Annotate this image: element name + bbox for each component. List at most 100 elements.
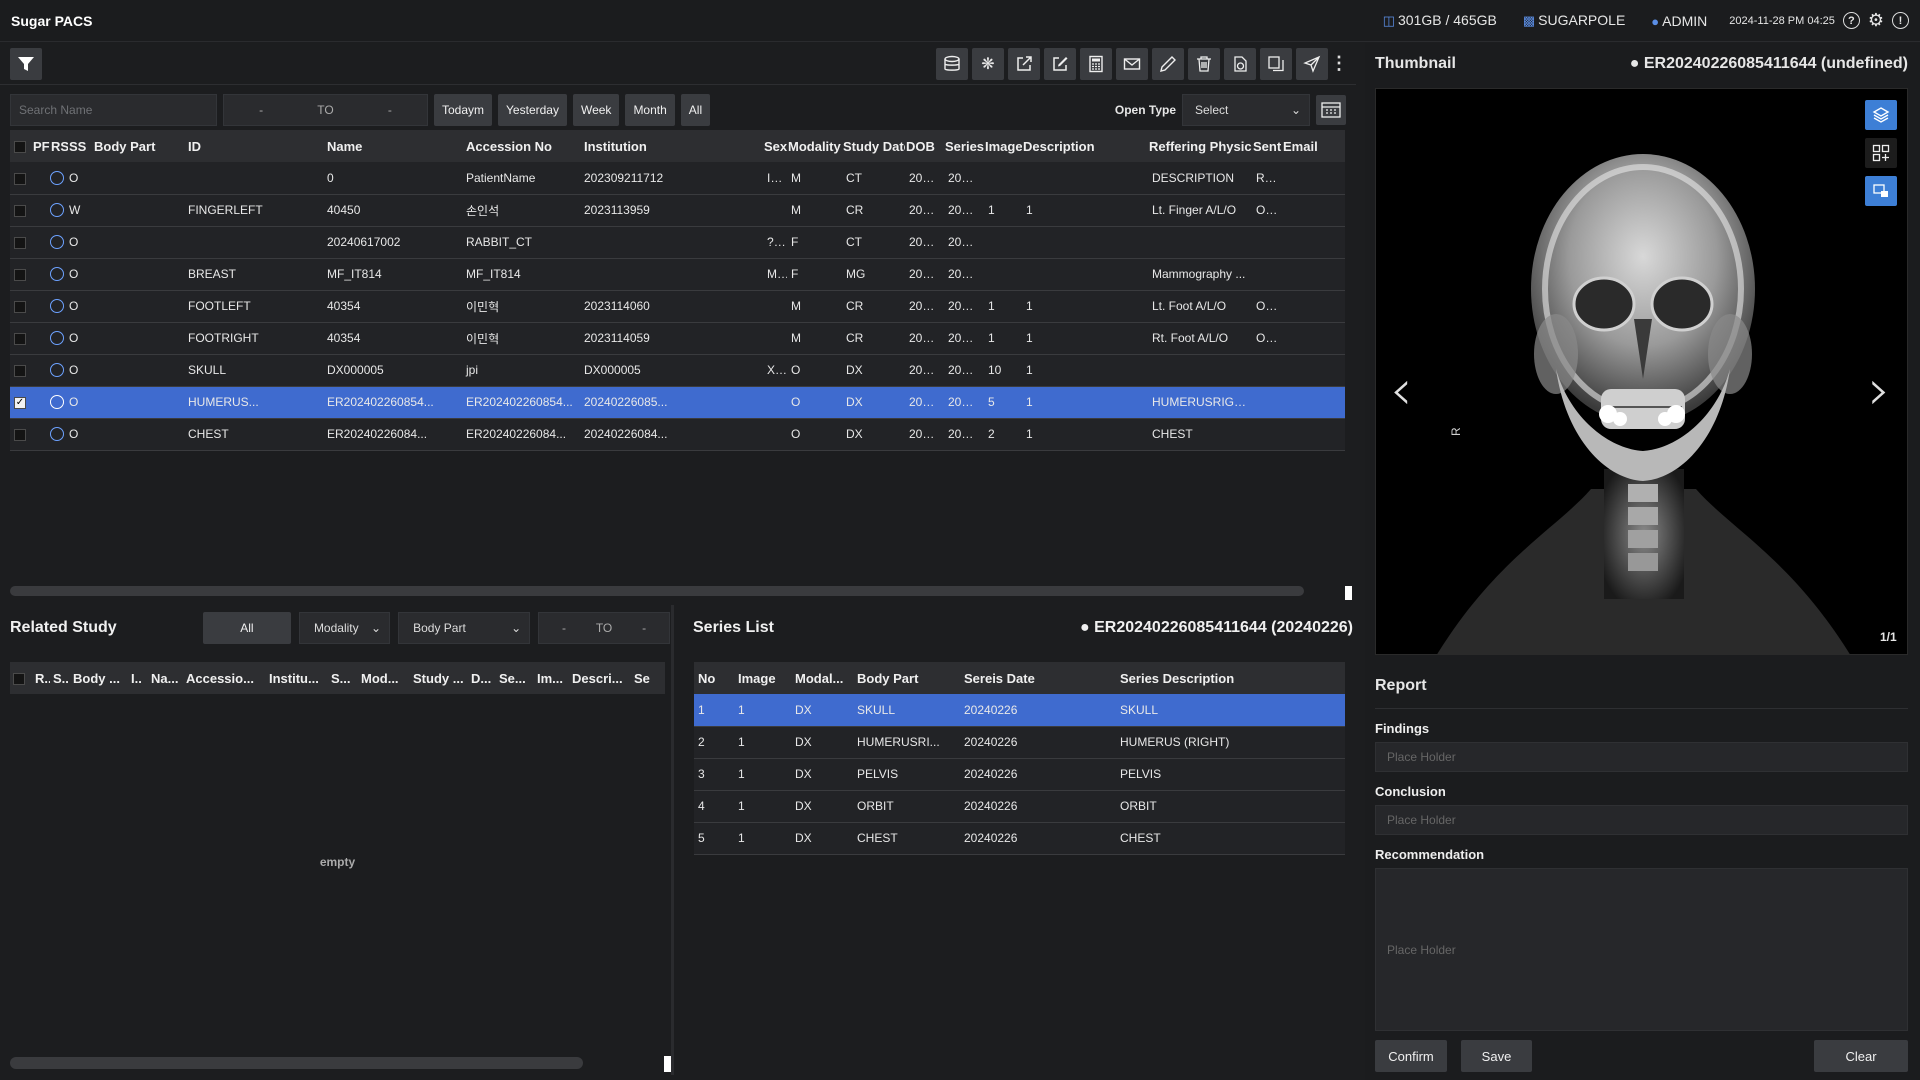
calculator-icon[interactable]	[1080, 47, 1112, 80]
row-select-cell[interactable]	[10, 322, 32, 354]
row-checkbox[interactable]	[14, 172, 26, 185]
layers-button[interactable]	[1865, 100, 1897, 130]
col-sex[interactable]: Sex	[763, 130, 787, 162]
today-button[interactable]: Todaym	[434, 94, 493, 126]
filter-button[interactable]	[10, 47, 42, 80]
findings-field[interactable]: Place Holder	[1375, 742, 1908, 772]
loading-spinner-icon[interactable]: ❋	[972, 47, 1004, 80]
related-col-r[interactable]: R..	[32, 662, 50, 694]
more-options-icon[interactable]: ⋮	[1330, 48, 1348, 80]
study-row[interactable]: O FOOTRIGHT 40354 이민혁 2023114059 M CR 202311...…	[10, 322, 1345, 354]
related-col-series[interactable]: Se...	[496, 662, 534, 694]
related-col-s[interactable]: S..	[50, 662, 70, 694]
row-checkbox[interactable]	[14, 428, 26, 441]
conclusion-field[interactable]: Place Holder	[1375, 805, 1908, 835]
clear-button[interactable]: Clear	[1814, 1040, 1908, 1072]
study-table-scrollbar[interactable]	[10, 586, 1304, 596]
row-checkbox[interactable]	[14, 236, 26, 249]
row-checkbox[interactable]: ✓	[14, 396, 26, 409]
panel-divider[interactable]	[671, 605, 674, 1075]
help-icon[interactable]: ?	[1842, 12, 1860, 29]
thumbnail-viewer[interactable]: R	[1375, 88, 1908, 655]
row-checkbox[interactable]	[14, 364, 26, 377]
row-select-cell[interactable]	[10, 418, 32, 450]
recommendation-field[interactable]: Place Holder	[1375, 868, 1908, 1031]
row-checkbox[interactable]	[14, 268, 26, 281]
series-col-body-part[interactable]: Body Part	[853, 662, 960, 694]
alert-icon[interactable]: !	[1892, 12, 1909, 29]
related-select-all-checkbox[interactable]	[13, 673, 25, 686]
next-image-icon[interactable]: ›	[1868, 358, 1890, 423]
row-checkbox[interactable]	[14, 300, 26, 313]
col-body-part[interactable]: Body Part	[90, 130, 184, 162]
related-col-study-date[interactable]: Study ...	[410, 662, 468, 694]
col-series[interactable]: Series	[944, 130, 984, 162]
study-row[interactable]: O 20240617002 RABBIT_CT ??? ???????? F CT 2024…	[10, 226, 1345, 258]
series-row[interactable]: 2 1 DX HUMERUSRI... 20240226 HUMERUS (RIGHT)	[694, 726, 1345, 758]
study-row[interactable]: O BREAST MF_IT814 MF_IT814 MEDI-FUTURE MEDIC…	[10, 258, 1345, 290]
body-part-select[interactable]: Body Part ⌄	[398, 612, 531, 644]
related-col-modality[interactable]: Mod...	[358, 662, 410, 694]
related-all-button[interactable]: All	[202, 612, 291, 644]
row-checkbox[interactable]	[14, 204, 26, 217]
previous-image-icon[interactable]: ‹	[1390, 358, 1412, 423]
col-dob[interactable]: DOB	[905, 130, 944, 162]
col-rs[interactable]: RS	[50, 130, 68, 162]
col-institution[interactable]: Institution	[580, 130, 763, 162]
col-name[interactable]: Name	[323, 130, 462, 162]
col-pf[interactable]: PF	[32, 130, 50, 162]
modality-select[interactable]: Modality ⌄	[298, 612, 391, 644]
grid-layout-button[interactable]	[1865, 138, 1897, 168]
col-sent[interactable]: Sent	[1252, 130, 1282, 162]
search-name-input[interactable]	[10, 94, 217, 126]
series-col-no[interactable]: No	[694, 662, 734, 694]
settings-gear-icon[interactable]: ⚙	[1868, 10, 1884, 31]
related-col-sex[interactable]: S...	[328, 662, 358, 694]
save-button[interactable]: Save	[1461, 1040, 1532, 1072]
row-select-cell[interactable]	[10, 226, 32, 258]
database-icon[interactable]	[936, 47, 968, 80]
series-col-date[interactable]: Sereis Date	[960, 662, 1116, 694]
study-row[interactable]: O 0 PatientName 202309211712 Institution Nam…	[10, 162, 1345, 194]
study-row[interactable]: O SKULL DX000005 jpi DX000005 XXHospital O DX 20…	[10, 354, 1345, 386]
study-table-scroll-handle[interactable]	[1345, 586, 1352, 600]
month-button[interactable]: Month	[625, 94, 675, 126]
related-col-accession[interactable]: Accessio...	[183, 662, 266, 694]
select-all-cell[interactable]	[10, 130, 32, 162]
related-col-image[interactable]: Im...	[534, 662, 569, 694]
study-row[interactable]: O FOOTLEFT 40354 이민혁 2023114060 M CR 202311... 2…	[10, 290, 1345, 322]
select-all-checkbox[interactable]	[14, 141, 26, 154]
series-col-image[interactable]: Image	[734, 662, 791, 694]
col-study-date[interactable]: Study Date	[842, 130, 905, 162]
edit-note-icon[interactable]	[1044, 47, 1076, 80]
col-accession[interactable]: Accession No	[462, 130, 580, 162]
series-col-modality[interactable]: Modal...	[791, 662, 853, 694]
user-indicator[interactable]: ● ADMIN	[1651, 13, 1707, 29]
week-button[interactable]: Week	[572, 94, 620, 126]
related-col-institution[interactable]: Institu...	[266, 662, 328, 694]
col-modality[interactable]: Modality	[787, 130, 842, 162]
related-col-name[interactable]: Na...	[148, 662, 183, 694]
related-col-i[interactable]: I..	[128, 662, 148, 694]
confirm-button[interactable]: Confirm	[1375, 1040, 1447, 1072]
copy-icon[interactable]	[1260, 47, 1292, 80]
series-row[interactable]: 3 1 DX PELVIS 20240226 PELVIS	[694, 758, 1345, 790]
row-checkbox[interactable]	[14, 332, 26, 345]
col-id[interactable]: ID	[184, 130, 323, 162]
col-description[interactable]: Description	[1022, 130, 1148, 162]
trash-icon[interactable]	[1188, 47, 1220, 80]
image-tag-button[interactable]	[1865, 176, 1897, 206]
series-row[interactable]: 4 1 DX ORBIT 20240226 ORBIT	[694, 790, 1345, 822]
related-select-all-cell[interactable]	[10, 662, 32, 694]
study-row[interactable]: O CHEST ER20240226084... ER20240226084... 20…	[10, 418, 1345, 450]
row-select-cell[interactable]: ✓	[10, 386, 32, 418]
refresh-doc-icon[interactable]	[1224, 47, 1256, 80]
col-image[interactable]: Image	[984, 130, 1022, 162]
related-table-scrollbar[interactable]	[10, 1057, 583, 1069]
col-ss[interactable]: SS	[68, 130, 90, 162]
external-link-icon[interactable]	[1008, 47, 1040, 80]
row-select-cell[interactable]	[10, 354, 32, 386]
pencil-icon[interactable]	[1152, 47, 1184, 80]
related-date-range[interactable]: - TO -	[538, 612, 670, 644]
mail-icon[interactable]	[1116, 47, 1148, 80]
